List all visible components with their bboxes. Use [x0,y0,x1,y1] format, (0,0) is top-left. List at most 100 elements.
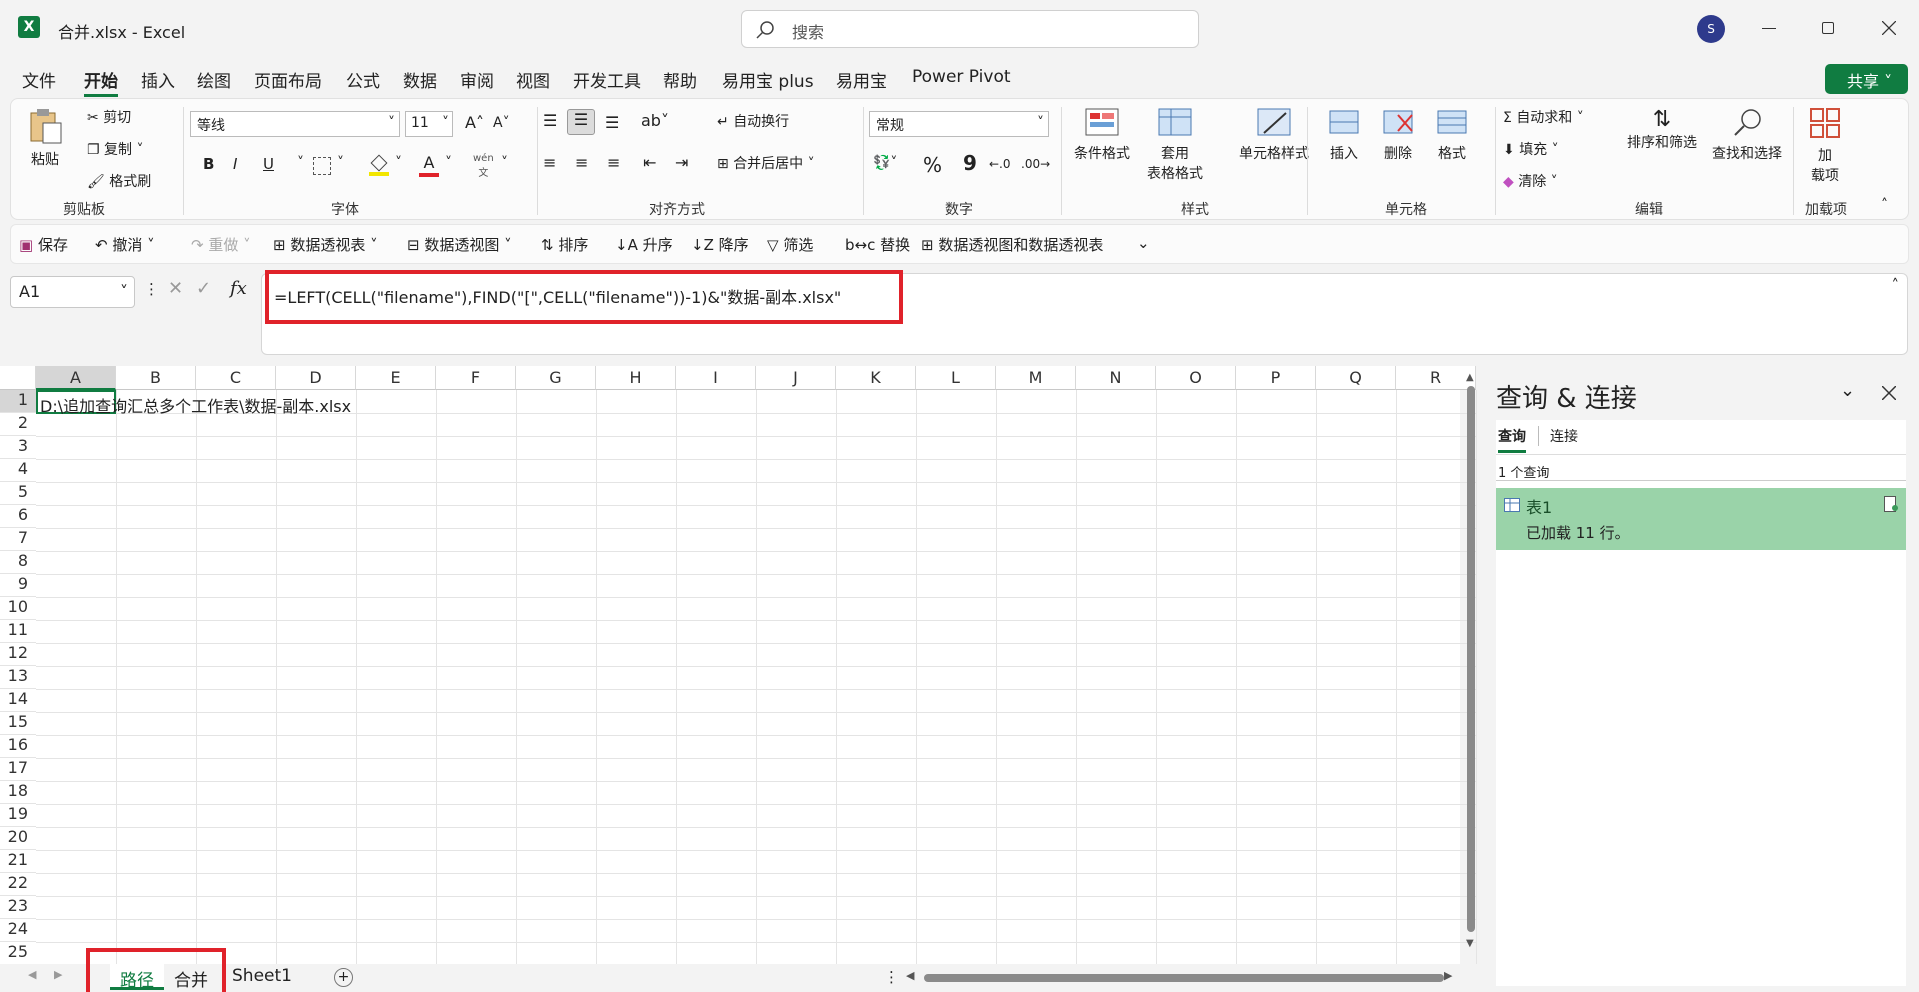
query-item-table1[interactable]: 表1 已加载 11 行。 [1496,488,1906,550]
column-header-a[interactable]: A [36,366,116,390]
currency-icon[interactable]: 💱˅ [873,155,897,171]
row-header-12[interactable]: 12 [0,643,36,666]
column-header-i[interactable]: I [676,366,756,390]
column-header-l[interactable]: L [916,366,996,390]
format-as-table-button[interactable]: 套用 表格格式 [1137,107,1213,183]
underline-dropdown-icon[interactable]: ˅ [297,155,304,171]
menu-draw[interactable]: 绘图 [197,67,231,92]
row-header-8[interactable]: 8 [0,551,36,574]
column-header-p[interactable]: P [1236,366,1316,390]
increase-font-icon[interactable]: A˄ [465,113,484,132]
customize-qat-icon[interactable]: ⌄ [1137,234,1150,252]
menu-page-layout[interactable]: 页面布局 [254,67,322,92]
row-header-6[interactable]: 6 [0,505,36,528]
align-bottom-icon[interactable]: ☰ [605,113,619,132]
restore-icon[interactable] [1822,22,1834,34]
sort-button[interactable]: ⇅ 排序 [541,234,588,255]
row-header-11[interactable]: 11 [0,620,36,643]
next-sheet-icon[interactable]: ▶ [54,968,62,981]
decrease-decimal-icon[interactable]: .00→ [1021,157,1050,171]
redo-button[interactable]: ↷ 重做 ˅ [191,234,251,255]
comma-button[interactable]: 9 [963,151,977,175]
menu-home[interactable]: 开始 [84,67,118,92]
sheet-tab-sheet1[interactable]: Sheet1 [222,964,302,990]
collapse-formula-icon[interactable]: ˄ [1892,276,1900,294]
column-header-e[interactable]: E [356,366,436,390]
row-header-13[interactable]: 13 [0,666,36,689]
row-header-9[interactable]: 9 [0,574,36,597]
name-box[interactable]: A1 ˅ [10,276,135,308]
menu-power-pivot[interactable]: Power Pivot [912,67,1011,87]
close-pane-icon[interactable] [1882,386,1896,400]
tab-splitter-icon[interactable]: ⋮ [884,968,899,986]
increase-decimal-icon[interactable]: ←.0 [989,157,1011,171]
worksheet-grid[interactable]: ABCDEFGHIJKLMNOPQR 1 2 3 4 5 6 7 8 9 10 11 12 13 14 15… [0,366,1477,966]
row-header-10[interactable]: 10 [0,597,36,620]
column-header-o[interactable]: O [1156,366,1236,390]
column-header-d[interactable]: D [276,366,356,390]
merge-center-button[interactable]: ⊞ 合并后居中 ˅ [717,153,815,173]
align-middle-icon[interactable]: ☰ [567,109,595,135]
row-header-21[interactable]: 21 [0,850,36,873]
format-cells-button[interactable]: 格式 [1427,107,1477,163]
font-size-select[interactable]: 11 ˅ [405,111,453,137]
align-center-icon[interactable]: ≡ [575,153,588,172]
underline-button[interactable]: U [263,155,274,173]
search-box[interactable]: 搜索 [741,10,1199,48]
fill-color-icon[interactable] [369,154,389,177]
scroll-left-icon[interactable]: ◀ [906,969,914,982]
column-header-m[interactable]: M [996,366,1076,390]
column-header-n[interactable]: N [1076,366,1156,390]
column-header-g[interactable]: G [516,366,596,390]
italic-button[interactable]: I [233,155,237,173]
decrease-indent-icon[interactable]: ⇤ [643,153,656,172]
menu-file[interactable]: 文件 [22,67,56,92]
column-header-b[interactable]: B [116,366,196,390]
fill-button[interactable]: ⬇ 填充 ˅ [1503,139,1559,159]
scroll-right-icon[interactable]: ▶ [1444,969,1452,982]
close-icon[interactable] [1882,21,1896,35]
column-header-f[interactable]: F [436,366,516,390]
number-format-select[interactable]: 常规 ˅ [869,111,1049,137]
row-header-15[interactable]: 15 [0,712,36,735]
phonetic-icon[interactable]: wén 文 [473,153,494,179]
save-button[interactable]: ▣ 保存 [19,234,68,255]
row-header-5[interactable]: 5 [0,482,36,505]
row-header-7[interactable]: 7 [0,528,36,551]
copy-button[interactable]: ❐ 复制 ˅ [87,139,143,159]
addins-button[interactable]: 加 载项 [1799,107,1851,185]
minimize-icon[interactable] [1762,28,1776,29]
menu-help[interactable]: 帮助 [663,67,697,92]
percent-button[interactable]: % [923,153,942,177]
bold-button[interactable]: B [203,155,214,173]
row-header-14[interactable]: 14 [0,689,36,712]
sort-filter-button[interactable]: ⇅ 排序和筛选 [1621,107,1703,152]
vertical-scrollbar[interactable]: ▲ ▼ [1466,372,1476,956]
prev-sheet-icon[interactable]: ◀ [28,968,36,981]
row-header-1[interactable]: 1 [0,390,36,413]
select-all-corner[interactable] [0,366,36,390]
share-button[interactable]: 共享 ˅ [1825,64,1908,94]
add-sheet-icon[interactable]: + [334,968,353,987]
cancel-entry-icon[interactable]: ✕ [168,278,183,299]
delete-cells-button[interactable]: 删除 [1373,107,1423,163]
row-header-23[interactable]: 23 [0,896,36,919]
scroll-down-icon[interactable]: ▼ [1466,938,1474,949]
replace-button[interactable]: b↔c 替换 [845,234,910,255]
scroll-up-icon[interactable]: ▲ [1466,372,1474,383]
confirm-entry-icon[interactable]: ✓ [196,278,211,299]
vertical-scroll-thumb[interactable] [1467,386,1475,932]
row-header-25[interactable]: 25 [0,942,36,965]
row-header-20[interactable]: 20 [0,827,36,850]
row-header-2[interactable]: 2 [0,413,36,436]
refresh-document-icon[interactable] [1884,496,1898,512]
align-top-icon[interactable]: ☰ [543,111,557,130]
decrease-font-icon[interactable]: A˅ [493,115,510,131]
more-options-icon[interactable]: ⋮ [144,280,159,298]
menu-review[interactable]: 审阅 [460,67,494,92]
increase-indent-icon[interactable]: ⇥ [675,153,688,172]
pivot-chart-button[interactable]: ⊟ 数据透视图 ˅ [407,234,512,255]
find-select-button[interactable]: 查找和选择 [1705,107,1789,163]
menu-formulas[interactable]: 公式 [346,67,380,92]
font-color-icon[interactable]: A [419,153,439,177]
